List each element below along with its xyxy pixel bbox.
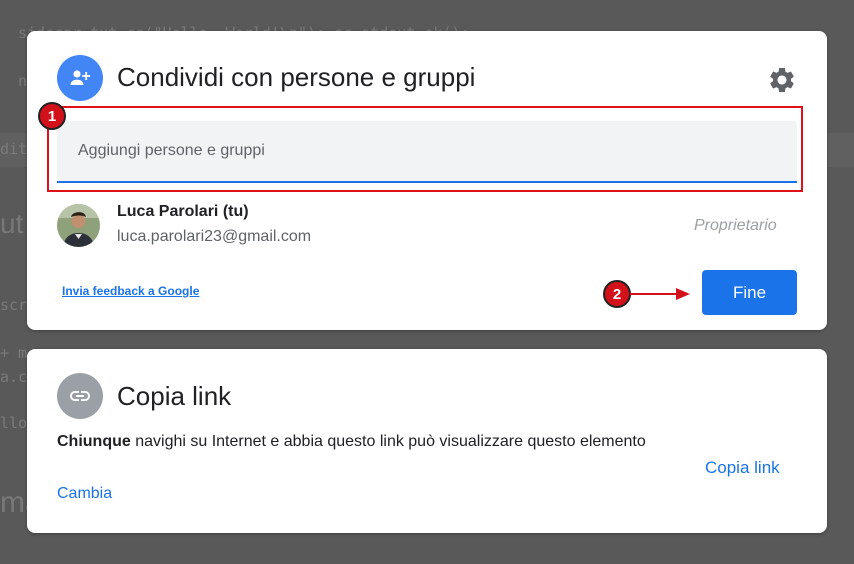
background-code-line: a.c xyxy=(0,368,28,386)
avatar xyxy=(57,204,100,247)
annotation-badge-2: 2 xyxy=(603,280,631,308)
copy-link-button[interactable]: Copia link xyxy=(705,458,780,478)
copy-link-dialog: Copia link Chiunque navighi su Internet … xyxy=(27,349,827,533)
background-code-line: + m xyxy=(0,344,28,362)
access-description-text: navighi su Internet e abbia questo link … xyxy=(130,433,646,450)
change-access-link[interactable]: Cambia xyxy=(57,485,112,503)
link-access-description: Chiunque navighi su Internet e abbia que… xyxy=(57,429,657,455)
annotation-arrow xyxy=(630,288,690,300)
annotation-highlight-box xyxy=(47,106,803,192)
access-scope-label: Chiunque xyxy=(57,433,131,450)
owner-role-label: Proprietario xyxy=(694,217,777,234)
user-name: Luca Parolari (tu) xyxy=(117,203,249,220)
user-email: luca.parolari23@gmail.com xyxy=(117,228,312,245)
background-code-line: n xyxy=(18,72,28,90)
background-heading: ut xyxy=(0,208,24,239)
share-dialog-title: Condividi con persone e gruppi xyxy=(117,62,476,92)
feedback-link[interactable]: Invia feedback a Google xyxy=(62,284,199,298)
annotation-badge-1: 1 xyxy=(38,102,66,130)
done-button[interactable]: Fine xyxy=(702,270,797,315)
copy-link-title: Copia link xyxy=(117,381,232,411)
gear-icon[interactable] xyxy=(767,65,797,95)
person-add-icon xyxy=(57,55,103,101)
background-code-line: llo xyxy=(0,414,28,432)
link-icon xyxy=(57,373,103,419)
